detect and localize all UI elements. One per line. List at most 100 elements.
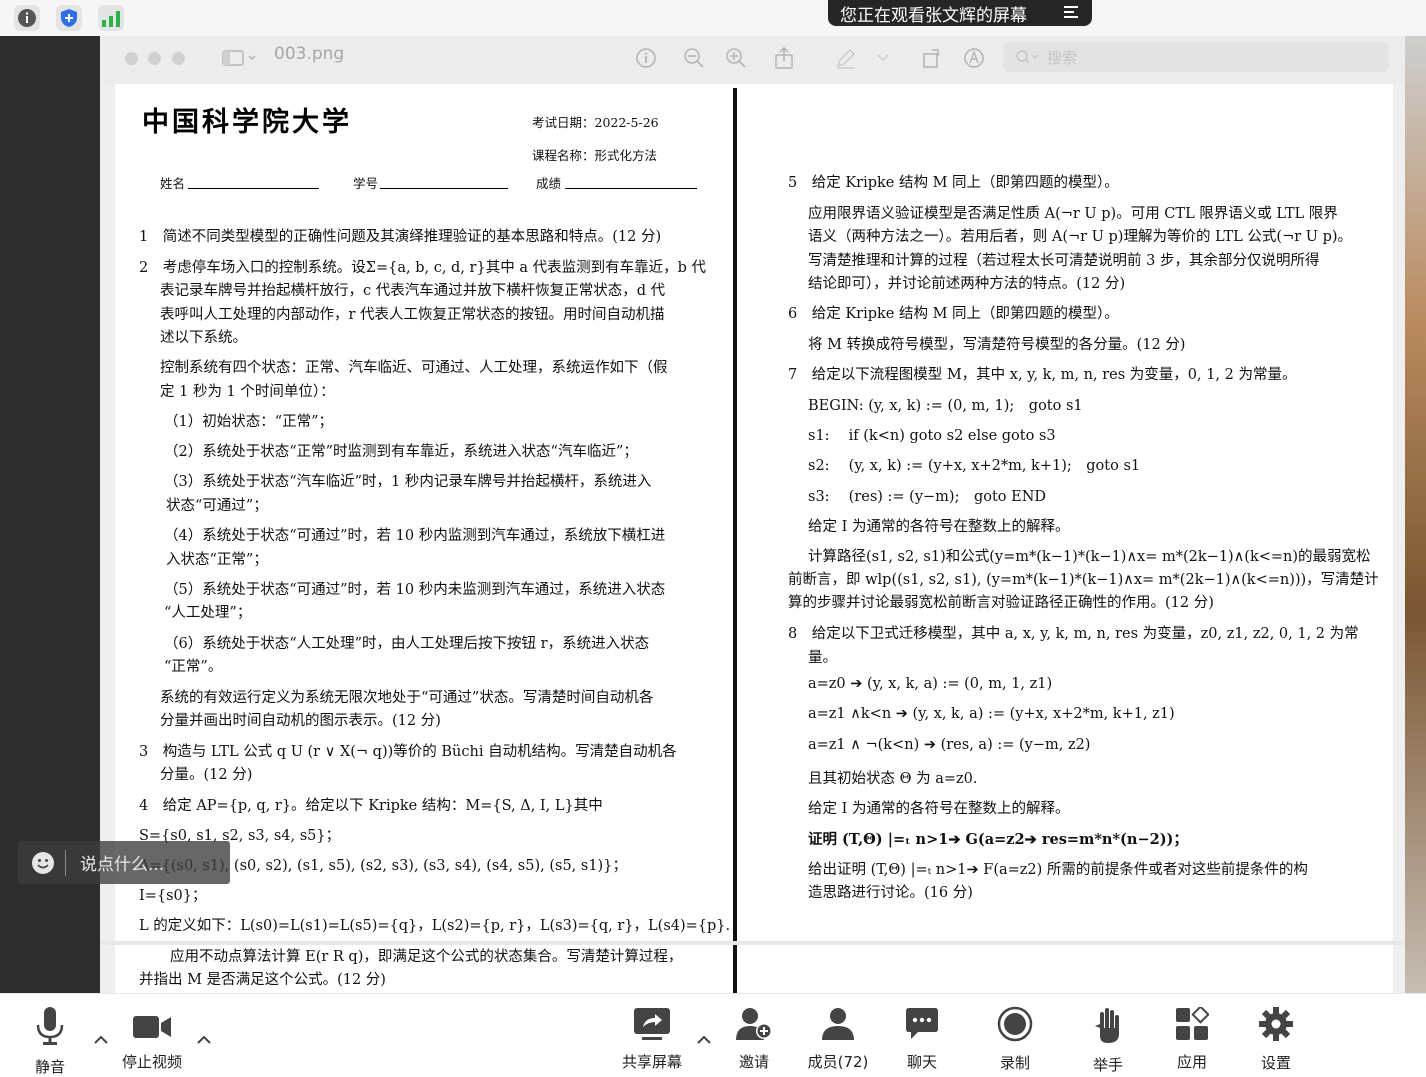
share-icon[interactable] (770, 44, 798, 72)
apps-label: 应用 (1176, 1053, 1207, 1071)
members-icon (819, 1006, 857, 1041)
emoji-icon[interactable] (31, 851, 55, 875)
chevron-down-icon[interactable] (873, 44, 893, 72)
raise-hand-label: 举手 (1092, 1056, 1123, 1074)
raise-hand-button[interactable]: 举手 (1078, 994, 1138, 1074)
add-user-icon (735, 1006, 773, 1041)
question-line: 5 给定 Kripke 结构 M 同上（即第四题的模型）。 (788, 175, 1119, 191)
meeting-top-bar (0, 0, 1426, 37)
question-line: “正常”。 (164, 659, 223, 675)
signal-strength-icon[interactable] (98, 5, 124, 31)
banner-menu-icon[interactable] (1062, 3, 1080, 26)
question-line: （3）系统处于状态“汽车临近”时，1 秒内记录车牌号并抬起横杆，系统进入 (164, 474, 652, 490)
question-line: 分量。(12 分) (160, 767, 253, 783)
security-shield-icon[interactable] (56, 5, 82, 31)
raise-hand-icon (1093, 1006, 1123, 1044)
chat-input[interactable]: 说点什么... (18, 841, 230, 884)
sidebar-toggle-icon[interactable] (218, 44, 262, 72)
question-line: 前断言，即 wlp((s1, s2, s1), (y=m*(k−1)*(k−1)… (788, 572, 1379, 588)
score-underline (565, 188, 697, 189)
markup-toolbar-icon[interactable] (960, 44, 988, 72)
question-line: 3 构造与 LTL 公式 q U (r ∨ X(¬ q))等价的 Büchi 自… (139, 744, 677, 760)
chat-separator (65, 849, 66, 876)
mute-button[interactable]: 静音 (20, 994, 80, 1076)
preview-window: 003.png 搜索 (100, 36, 1405, 997)
page-divider (733, 88, 737, 997)
question-line: 给定 I 为通常的各符号在整数上的解释。 (808, 801, 1070, 817)
question-line: （4）系统处于状态“可通过”时，若 10 秒内监测到汽车通过，系统放下横杠进 (164, 528, 666, 544)
question-line: 给定 I 为通常的各符号在整数上的解释。 (808, 519, 1070, 535)
question-line: （2）系统处于状态“正常”时监测到有车靠近，系统进入状态“汽车临近”； (164, 444, 638, 460)
question-line: a=z0 ➔ (y, x, k, a) := (0, m, 1, z1) (808, 676, 1053, 692)
question-line: 量。 (808, 650, 837, 666)
record-label: 录制 (999, 1054, 1030, 1072)
question-line: 结论即可），并讨论前述两种方法的特点。(12 分) (808, 276, 1126, 292)
question-line: 写清楚推理和计算的过程（若过程太长可清楚说明前 3 步，其余部分仅说明所得 (808, 253, 1320, 269)
video-camera-icon (132, 1006, 172, 1041)
question-line: BEGIN: (y, x, k) := (0, m, 1); goto s1 (808, 398, 1083, 414)
members-label: 成员(72) (807, 1053, 869, 1071)
name-label: 姓名 (160, 176, 186, 191)
question-line: 定 1 秒为 1 个时间单位）： (160, 384, 335, 400)
chat-button[interactable]: 聊天 (892, 994, 952, 1072)
close-button[interactable] (125, 52, 138, 65)
members-button[interactable]: 成员(72) (798, 994, 878, 1072)
microphone-icon (35, 1006, 65, 1046)
share-screen-icon (633, 1006, 671, 1041)
markup-pen-icon[interactable] (832, 44, 860, 72)
chevron-up-icon[interactable] (696, 1030, 712, 1049)
minimize-button[interactable] (148, 52, 161, 65)
settings-label: 设置 (1260, 1054, 1291, 1072)
stop-video-label: 停止视频 (121, 1053, 182, 1071)
question-line: 表记录车牌号并抬起横杆放行，c 代表汽车通过并放下横杆恢复正常状态，d 代 (160, 283, 666, 299)
record-icon (997, 1006, 1033, 1042)
settings-button[interactable]: 设置 (1246, 994, 1306, 1072)
gear-icon (1258, 1006, 1294, 1042)
invite-label: 邀请 (738, 1053, 769, 1071)
question-line: 系统的有效运行定义为系统无限次地处于“可通过”状态。写清楚时间自动机各 (160, 690, 654, 706)
question-line: 表呼叫人工处理的内部动作，r 代表人工恢复正常状态的按钮。用时间自动机描 (160, 307, 665, 323)
preview-toolbar: 003.png 搜索 (100, 36, 1405, 84)
apps-button[interactable]: 应用 (1162, 994, 1222, 1072)
question-line: s3: (res) := (y−m); goto END (808, 489, 1047, 505)
chevron-up-icon[interactable] (196, 1030, 212, 1049)
chat-placeholder: 说点什么... (80, 855, 165, 875)
question-line: 述以下系统。 (160, 330, 247, 346)
name-underline (188, 188, 319, 189)
zoom-button[interactable] (172, 52, 185, 65)
shared-desktop-wallpaper (1405, 36, 1426, 993)
question-line: （6）系统处于状态“人工处理”时，由人工处理后按下按钮 r，系统进入状态 (164, 636, 650, 652)
inspector-icon[interactable] (632, 44, 660, 72)
question-line: s1: if (k<n) goto s2 else goto s3 (808, 428, 1056, 444)
record-button[interactable]: 录制 (985, 994, 1045, 1072)
search-input[interactable]: 搜索 (1003, 42, 1389, 72)
question-line: a=z1 ∧k<n ➔ (y, x, k, a) := (y+x, x+2*m,… (808, 706, 1175, 722)
question-line: L 的定义如下：L(s0)=L(s1)=L(s5)={q}，L(s2)={p, … (139, 918, 731, 934)
rotate-icon[interactable] (918, 44, 946, 72)
screen-share-banner[interactable]: 您正在观看张文辉的屏幕 (828, 0, 1092, 26)
question-line: 4 给定 AP={p, q, r}。给定以下 Kripke 结构：M={S, Δ… (139, 798, 603, 814)
search-placeholder: 搜索 (1047, 48, 1078, 67)
zoom-in-icon[interactable] (722, 44, 750, 72)
question-line: 控制系统有四个状态：正常、汽车临近、可通过、人工处理，系统运作如下（假 (160, 360, 668, 376)
question-line: 6 给定 Kripke 结构 M 同上（即第四题的模型）。 (788, 306, 1119, 322)
chevron-up-icon[interactable] (93, 1030, 109, 1049)
question-line: 证明 (T,Θ) |=ₜ n>1➔ G(a=z2➔ res=m*n*(n−2))… (808, 831, 1188, 848)
question-line: 2 考虑停车场入口的控制系统。设Σ={a, b, c, d, r}其中 a 代表… (139, 260, 706, 276)
question-line: 将 M 转换成符号模型，写清楚符号模型的各分量。(12 分) (808, 337, 1186, 353)
zoom-out-icon[interactable] (680, 44, 708, 72)
question-line: 入状态“正常”； (166, 552, 268, 568)
stop-video-button[interactable]: 停止视频 (112, 994, 192, 1072)
apps-grid-icon (1175, 1006, 1209, 1041)
question-line: 并指出 M 是否满足这个公式。(12 分) (139, 972, 386, 988)
question-line: 应用限界语义验证模型是否满足性质 A(¬r U p)。可用 CTL 限界语义或 … (808, 206, 1338, 222)
question-line: “人工处理”； (164, 605, 252, 621)
chat-bubble-icon (904, 1006, 940, 1041)
question-line: 算的步骤并讨论最弱宽松前断言对验证路径正确性的作用。(12 分) (788, 595, 1214, 611)
question-line: 给出证明 (T,Θ) |=ₜ n>1➔ F(a=z2) 所需的前提条件或者对这些… (808, 862, 1308, 878)
invite-button[interactable]: 邀请 (724, 994, 784, 1072)
info-icon[interactable] (14, 5, 40, 31)
question-line: （5）系统处于状态“可通过”时，若 10 秒内未监测到汽车通过，系统进入状态 (164, 582, 666, 598)
share-screen-button[interactable]: 共享屏幕 (612, 994, 692, 1072)
question-line: 应用不动点算法计算 E(r R q)，即满足这个公式的状态集合。写清楚计算过程， (170, 949, 683, 965)
